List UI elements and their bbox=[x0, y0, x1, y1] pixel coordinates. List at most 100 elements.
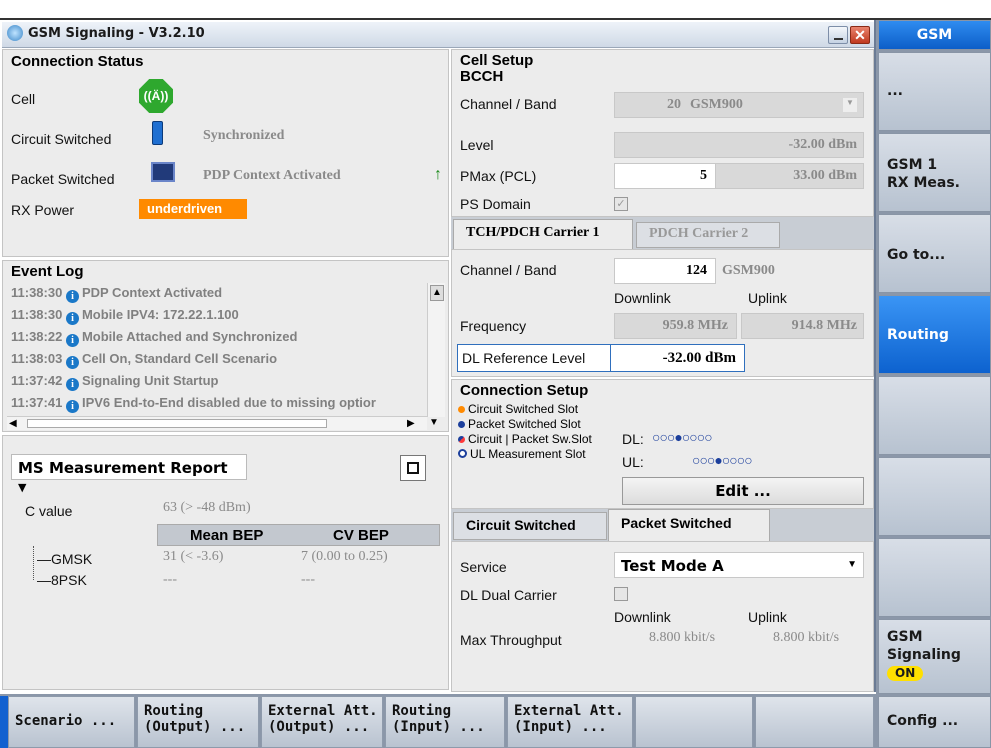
event-time: 11:38:30 bbox=[11, 307, 63, 322]
window-title: GSM Signaling - V3.2.10 bbox=[28, 26, 205, 41]
bep-header-row: Mean BEP CV BEP bbox=[157, 524, 440, 546]
c-value: 63 (> -48 dBm) bbox=[163, 500, 251, 515]
routing-input-button[interactable]: Routing (Input) ... bbox=[385, 696, 505, 748]
tab-carrier-1[interactable]: TCH/PDCH Carrier 1 bbox=[453, 219, 633, 249]
tab-packet-switched[interactable]: Packet Switched bbox=[608, 509, 770, 541]
event-log-vscrollbar[interactable]: ▲ bbox=[427, 283, 445, 417]
dl-reference-level-field[interactable]: DL Reference Level -32.00 dBm bbox=[457, 344, 745, 372]
ul-slots-label: UL: bbox=[622, 454, 644, 470]
event-text: Cell On, Standard Cell Scenario bbox=[81, 351, 278, 366]
arrow-up-icon: ↑ bbox=[434, 166, 442, 183]
top-margin bbox=[0, 0, 991, 20]
softkey-empty-7[interactable] bbox=[878, 538, 991, 617]
softkey-gsm-signaling[interactable]: GSM Signaling ON bbox=[878, 619, 991, 694]
event-log-entry: 11:38:22 i Mobile Attached and Synchroniz… bbox=[11, 329, 426, 351]
dl-frequency-field: 959.8 MHz bbox=[614, 313, 737, 339]
c-value-label: C value bbox=[25, 503, 73, 519]
minimize-button[interactable] bbox=[828, 26, 848, 44]
carrier-channel-field[interactable]: 124 bbox=[614, 258, 716, 284]
legend-packet: Packet Switched Slot bbox=[458, 417, 592, 432]
routing-output-button[interactable]: Routing (Output) ... bbox=[137, 696, 259, 748]
packet-switched-status: PDP Context Activated bbox=[203, 168, 341, 183]
ul-frequency-field: 914.8 MHz bbox=[741, 313, 864, 339]
scroll-up-icon[interactable]: ▲ bbox=[430, 285, 444, 301]
service-select[interactable]: Test Mode A ▼ bbox=[614, 552, 864, 578]
chevron-down-icon: ▼ bbox=[18, 481, 27, 494]
ms-report-dropdown[interactable]: MS Measurement Report ▼ bbox=[11, 454, 247, 494]
tp-downlink-label: Downlink bbox=[614, 609, 671, 625]
maximize-report-button[interactable] bbox=[400, 455, 426, 481]
level-label: Level bbox=[460, 137, 494, 153]
event-text: Mobile IPV4: 172.22.1.100 bbox=[81, 307, 239, 322]
dl-slots: ○○○●○○○○ bbox=[652, 429, 713, 445]
info-icon: i bbox=[65, 334, 79, 347]
softkey-routing[interactable]: Routing bbox=[878, 295, 991, 374]
scenario-button[interactable]: Scenario ... bbox=[8, 696, 135, 748]
close-button[interactable]: ✕ bbox=[850, 26, 870, 44]
legend-circuit: Circuit Switched Slot bbox=[458, 402, 592, 417]
dl-dual-carrier-checkbox[interactable] bbox=[614, 587, 628, 601]
event-log-list: 11:38:30 i PDP Context Activated 11:38:30 … bbox=[11, 285, 426, 415]
external-att-output-button[interactable]: External Att. (Output) ... bbox=[261, 696, 383, 748]
event-log-hscrollbar[interactable]: ◀ ▶ bbox=[7, 416, 427, 430]
bottom-empty-6[interactable] bbox=[635, 696, 753, 748]
circuit-switched-status: Synchronized bbox=[203, 128, 285, 143]
softkey-empty-6[interactable] bbox=[878, 457, 991, 536]
softkey-empty-5[interactable] bbox=[878, 376, 991, 455]
circuit-dot-icon bbox=[458, 406, 465, 413]
tp-uplink-label: Uplink bbox=[748, 609, 787, 625]
rx-power-badge: underdriven bbox=[139, 199, 247, 219]
packet-switched-label: Packet Switched bbox=[11, 171, 115, 187]
signaling-on-badge: ON bbox=[887, 666, 924, 681]
ul-slots: ○○○●○○○○ bbox=[692, 452, 753, 468]
gmsk-mean-bep: 31 (< -3.6) bbox=[163, 549, 224, 564]
service-label: Service bbox=[460, 559, 507, 575]
event-time: 11:37:42 bbox=[11, 373, 63, 388]
info-icon: i bbox=[65, 400, 79, 413]
event-log-entry: 11:38:30 i PDP Context Activated bbox=[11, 285, 426, 307]
pmax-label: PMax (PCL) bbox=[460, 168, 537, 184]
softkey-goto[interactable]: Go to... bbox=[878, 214, 991, 293]
info-icon: i bbox=[65, 356, 79, 369]
pmax-field[interactable]: 5 bbox=[614, 163, 716, 189]
mean-bep-header: Mean BEP bbox=[190, 527, 264, 544]
pmax-dbm-field: 33.00 dBm bbox=[716, 163, 864, 189]
tab-circuit-switched[interactable]: Circuit Switched bbox=[453, 512, 607, 540]
scroll-down-icon[interactable]: ▼ bbox=[429, 417, 439, 428]
packet-dot-icon bbox=[458, 421, 465, 428]
event-log-entry: 11:38:03 i Cell On, Standard Cell Scenari… bbox=[11, 351, 426, 373]
event-log-entry: 11:38:30 i Mobile IPV4: 172.22.1.100 bbox=[11, 307, 426, 329]
service-value: Test Mode A bbox=[621, 557, 724, 575]
softkey-gsm1-rx-meas[interactable]: GSM 1 RX Meas. bbox=[878, 133, 991, 212]
gmsk-label: —GMSK bbox=[37, 551, 93, 567]
divider bbox=[610, 345, 611, 371]
scroll-right-icon[interactable]: ▶ bbox=[407, 418, 415, 429]
legend-ul: UL Measurement Slot bbox=[458, 447, 592, 462]
mixed-dot-icon bbox=[458, 436, 465, 443]
level-field[interactable]: -32.00 dBm bbox=[614, 132, 864, 158]
ps-domain-checkbox[interactable]: ✓ bbox=[614, 197, 628, 211]
bottom-empty-7[interactable] bbox=[755, 696, 874, 748]
active-indicator bbox=[0, 696, 8, 748]
circuit-switched-label: Circuit Switched bbox=[11, 131, 112, 147]
external-att-input-button[interactable]: External Att. (Input) ... bbox=[507, 696, 633, 748]
gmsk-cv-bep: 7 (0.00 to 0.25) bbox=[301, 549, 388, 564]
scroll-thumb[interactable] bbox=[27, 419, 327, 428]
minimize-icon bbox=[834, 38, 843, 40]
ms-report-title: MS Measurement Report bbox=[18, 459, 228, 477]
bcch-channel-band-field[interactable]: 20 GSM900 ▼ bbox=[614, 92, 864, 118]
dl-slots-label: DL: bbox=[622, 431, 644, 447]
ms-report-panel: MS Measurement Report ▼ C value 63 (> -4… bbox=[2, 435, 449, 690]
laptop-icon bbox=[151, 162, 175, 182]
softkey-more[interactable]: ... bbox=[878, 52, 991, 131]
edit-button[interactable]: Edit ... bbox=[622, 477, 864, 505]
tree-line bbox=[33, 546, 34, 580]
info-icon: i bbox=[65, 312, 79, 325]
softkey-config[interactable]: Config ... bbox=[878, 696, 991, 748]
chevron-down-icon: ▼ bbox=[847, 559, 857, 570]
tab-carrier-2[interactable]: PDCH Carrier 2 bbox=[636, 222, 780, 248]
event-text: Signaling Unit Startup bbox=[81, 373, 219, 388]
event-time: 11:38:22 bbox=[11, 329, 63, 344]
event-log-panel: Event Log 11:38:30 i PDP Context Activate… bbox=[2, 260, 449, 432]
scroll-left-icon[interactable]: ◀ bbox=[9, 418, 17, 429]
